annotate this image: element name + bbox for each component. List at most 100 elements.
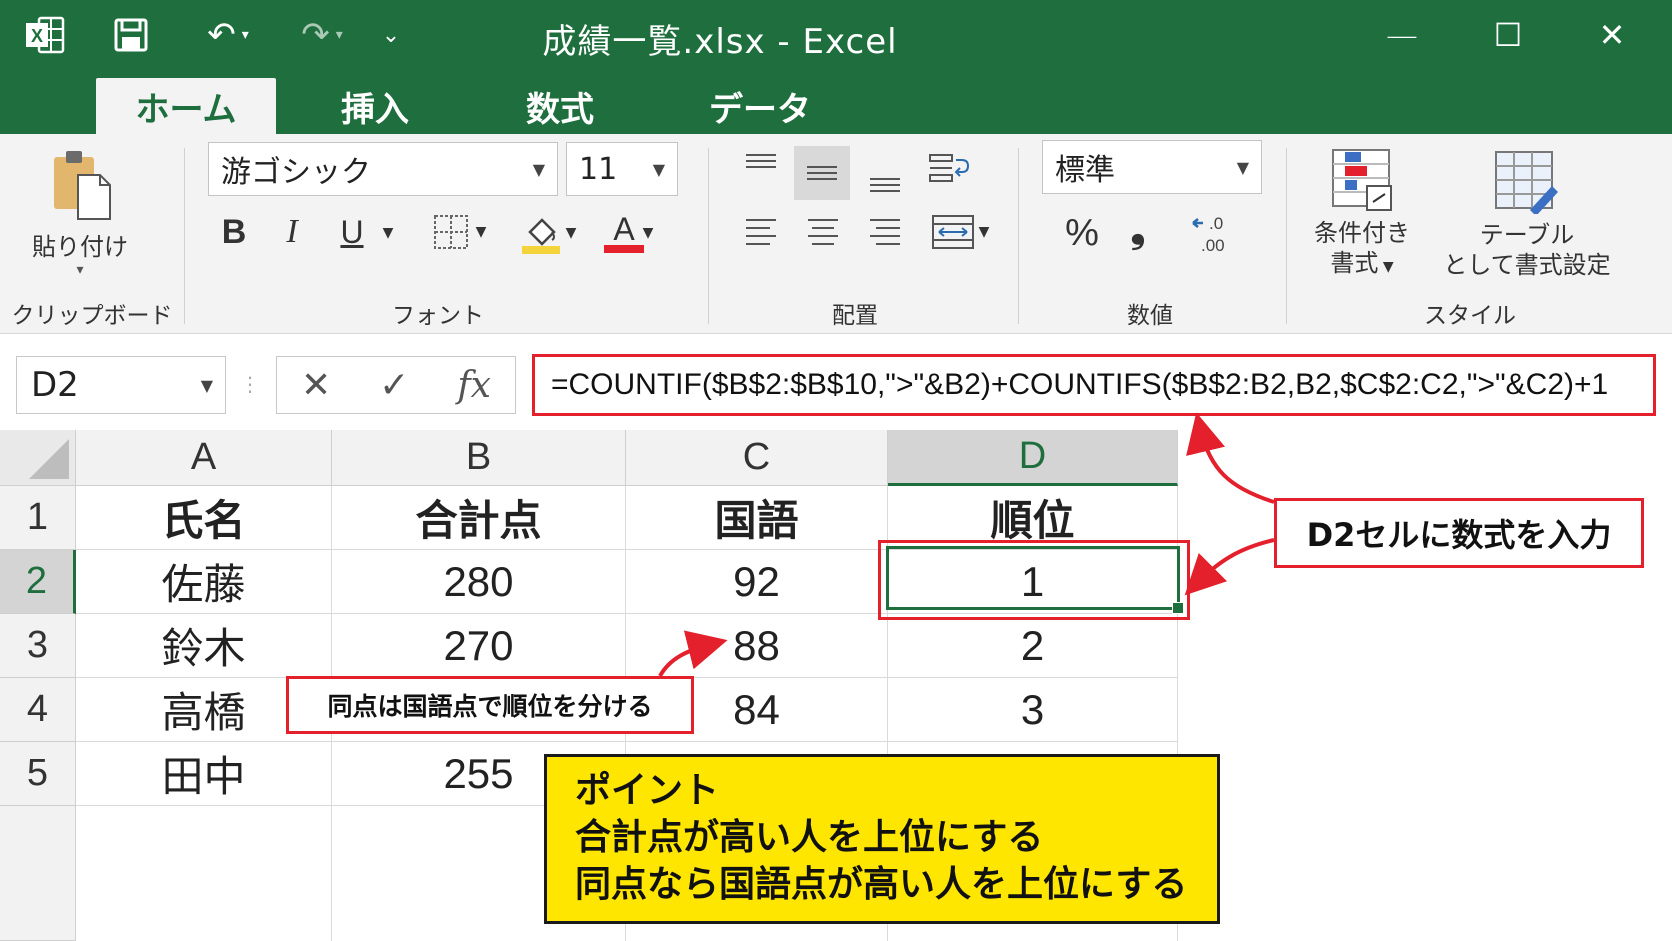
insert-function-icon[interactable]: fx — [457, 365, 491, 406]
cell-c3[interactable]: 88 — [626, 614, 888, 678]
callout-tie-break: 同点は国語点で順位を分ける — [286, 676, 694, 734]
cell-b3[interactable]: 270 — [332, 614, 626, 678]
ribbon-separator — [184, 148, 185, 324]
cancel-icon[interactable]: ✕ — [301, 365, 331, 406]
column-header-d[interactable]: D — [888, 430, 1178, 486]
cell-a1[interactable]: 氏名 — [76, 486, 332, 550]
cell-a5[interactable]: 田中 — [76, 742, 332, 806]
d2-highlight-frame — [878, 540, 1190, 620]
cell-a2[interactable]: 佐藤 — [76, 550, 332, 614]
format-as-table-icon — [1495, 151, 1558, 214]
row-header-1[interactable]: 1 — [0, 486, 76, 550]
cell-d3[interactable]: 2 — [888, 614, 1178, 678]
align-middle-button[interactable] — [794, 146, 850, 200]
chevron-down-icon: ▼ — [475, 224, 487, 240]
chevron-down-icon[interactable]: ▼ — [638, 218, 658, 248]
chevron-down-icon: ▼ — [1236, 157, 1249, 177]
name-box[interactable]: D2 ▼ — [16, 356, 226, 414]
underline-button[interactable]: U — [330, 208, 374, 256]
grid-line — [331, 806, 332, 941]
bold-button[interactable]: B — [212, 208, 256, 256]
align-middle-icon — [807, 166, 837, 180]
ribbon-tabs: ホーム 挿入 数式 データ — [0, 70, 1672, 134]
maximize-button[interactable]: ☐ — [1478, 12, 1538, 58]
column-header-a[interactable]: A — [76, 430, 332, 486]
table-label-1: テーブル — [1479, 221, 1575, 249]
cell-c1[interactable]: 国語 — [626, 486, 888, 550]
row-header-3[interactable]: 3 — [0, 614, 76, 678]
row-header-4[interactable]: 4 — [0, 678, 76, 742]
wrap-text-button[interactable] — [924, 148, 974, 192]
increase-decimal-button[interactable]: .0 .00 — [1184, 204, 1240, 260]
enter-icon[interactable]: ✓ — [379, 365, 409, 406]
tab-home[interactable]: ホーム — [96, 78, 276, 134]
cell-d4[interactable]: 3 — [888, 678, 1178, 742]
cell-a3[interactable]: 鈴木 — [76, 614, 332, 678]
borders-button[interactable]: ▼ — [424, 210, 494, 254]
paste-button[interactable]: 貼り付け ▾ — [30, 142, 130, 282]
number-format-select[interactable]: 標準 ▼ — [1042, 140, 1262, 194]
conditional-label-1: 条件付き — [1314, 219, 1410, 247]
row-header-2[interactable]: 2 — [0, 550, 76, 614]
row-header-5[interactable]: 5 — [0, 742, 76, 806]
tab-insert[interactable]: 挿入 — [290, 78, 460, 134]
conditional-label-2: 書式 — [1330, 249, 1379, 277]
select-all-button[interactable] — [0, 430, 76, 486]
chevron-down-icon: ▼ — [652, 159, 665, 179]
align-left-button[interactable] — [738, 210, 784, 254]
font-size-value: 11 — [579, 151, 618, 187]
formula-bar: D2 ▼ ⋮ ✕ ✓ fx =COUNTIF($B$2:$B$10,">"&B2… — [0, 334, 1672, 430]
align-center-button[interactable] — [800, 210, 846, 254]
align-bottom-button[interactable] — [864, 158, 906, 202]
group-label-clipboard: クリップボード — [11, 303, 173, 329]
italic-button[interactable]: I — [272, 208, 312, 256]
font-size-select[interactable]: 11 ▼ — [566, 142, 678, 196]
font-name-select[interactable]: 游ゴシック ▼ — [208, 142, 558, 196]
title-bar: X ↶ ▾ ↷ ▾ ⌄ 成績一覧.xlsx - Excel — ☐ ✕ — [0, 0, 1672, 70]
formula-input[interactable]: =COUNTIF($B$2:$B$10,">"&B2)+COUNTIFS($B$… — [532, 354, 1656, 416]
align-bottom-icon — [870, 178, 900, 192]
fill-color-button[interactable]: ▼ — [516, 208, 580, 258]
align-right-icon — [870, 219, 900, 245]
align-top-button[interactable] — [740, 144, 782, 188]
chevron-down-icon: ▼ — [200, 375, 213, 395]
formula-bar-buttons: ✕ ✓ fx — [276, 356, 516, 414]
align-right-button[interactable] — [862, 210, 908, 254]
group-label-font: フォント — [392, 303, 484, 329]
conditional-formatting-icon — [1332, 149, 1392, 211]
cell-b1[interactable]: 合計点 — [332, 486, 626, 550]
close-button[interactable]: ✕ — [1582, 12, 1642, 58]
chevron-down-icon[interactable]: ▼ — [378, 218, 398, 248]
minimize-button[interactable]: — — [1372, 12, 1432, 58]
column-header-b[interactable]: B — [332, 430, 626, 486]
chevron-down-icon: ▾ — [76, 261, 84, 278]
cell-c2[interactable]: 92 — [626, 550, 888, 614]
group-label-styles: スタイル — [1424, 303, 1516, 329]
font-color-letter: A — [613, 211, 635, 247]
window-title: 成績一覧.xlsx - Excel — [542, 22, 898, 62]
comma-style-button[interactable]: ❟ — [1118, 206, 1158, 252]
table-label-2: として書式設定 — [1443, 251, 1611, 279]
increase-decimal-icon: .0 .00 — [1192, 214, 1225, 255]
ribbon-separator — [1018, 148, 1019, 324]
tab-formulas[interactable]: 数式 — [475, 78, 645, 134]
ribbon-separator — [708, 148, 709, 324]
callout-d2-formula: D2セルに数式を入力 — [1274, 498, 1644, 568]
ribbon-separator — [1286, 148, 1287, 324]
svg-text:.00: .00 — [1201, 236, 1225, 255]
align-center-icon — [808, 219, 838, 245]
column-header-c[interactable]: C — [626, 430, 888, 486]
svg-text:.0: .0 — [1209, 214, 1223, 233]
formula-bar-resize-handle[interactable]: ⋮ — [240, 372, 260, 396]
chevron-down-icon: ▼ — [532, 159, 545, 179]
tab-data[interactable]: データ — [670, 78, 850, 134]
merge-center-button[interactable]: ▼ — [920, 208, 1000, 256]
percent-style-button[interactable]: % — [1058, 210, 1106, 256]
conditional-formatting-button[interactable]: 条件付き 書式 ▼ — [1306, 140, 1418, 290]
border-icon — [433, 215, 468, 249]
paint-bucket-icon — [521, 218, 560, 254]
format-as-table-button[interactable]: テーブル として書式設定 — [1432, 140, 1622, 290]
cell-b2[interactable]: 280 — [332, 550, 626, 614]
paste-label: 貼り付け — [32, 232, 128, 261]
chevron-down-icon: ▼ — [565, 225, 577, 241]
